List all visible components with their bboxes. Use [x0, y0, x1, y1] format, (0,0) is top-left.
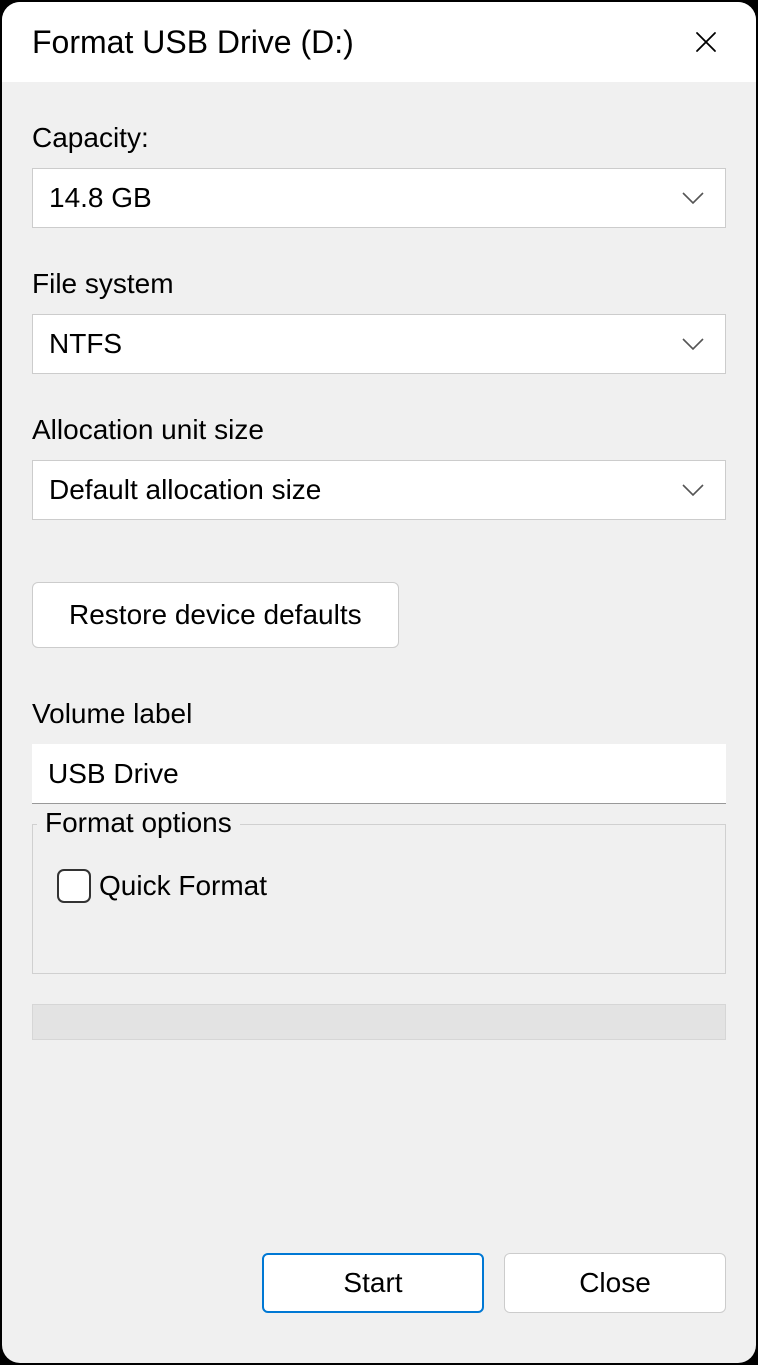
close-icon — [694, 30, 718, 54]
dialog-content: Capacity: 14.8 GB File system NTFS Alloc… — [2, 82, 756, 1363]
chevron-down-icon — [681, 191, 705, 205]
quick-format-checkbox[interactable] — [57, 869, 91, 903]
capacity-value: 14.8 GB — [49, 182, 152, 214]
quick-format-checkbox-row[interactable]: Quick Format — [53, 869, 705, 903]
format-progress-bar — [32, 1004, 726, 1040]
chevron-down-icon — [681, 483, 705, 497]
dialog-button-row: Start Close — [32, 1213, 726, 1333]
capacity-label: Capacity: — [32, 122, 726, 154]
format-options-group: Format options Quick Format — [32, 824, 726, 974]
volume-label-label: Volume label — [32, 698, 726, 730]
titlebar: Format USB Drive (D:) — [2, 2, 756, 82]
close-window-button[interactable] — [676, 12, 736, 72]
file-system-value: NTFS — [49, 328, 122, 360]
restore-defaults-button[interactable]: Restore device defaults — [32, 582, 399, 648]
file-system-label: File system — [32, 268, 726, 300]
allocation-dropdown[interactable]: Default allocation size — [32, 460, 726, 520]
quick-format-label: Quick Format — [99, 870, 267, 902]
start-button[interactable]: Start — [262, 1253, 484, 1313]
allocation-value: Default allocation size — [49, 474, 321, 506]
file-system-dropdown[interactable]: NTFS — [32, 314, 726, 374]
capacity-dropdown[interactable]: 14.8 GB — [32, 168, 726, 228]
window-title: Format USB Drive (D:) — [32, 24, 354, 61]
format-options-legend: Format options — [37, 807, 240, 839]
close-button[interactable]: Close — [504, 1253, 726, 1313]
allocation-label: Allocation unit size — [32, 414, 726, 446]
format-dialog-window: Format USB Drive (D:) Capacity: 14.8 GB … — [2, 2, 756, 1363]
volume-label-input[interactable] — [32, 744, 726, 804]
chevron-down-icon — [681, 337, 705, 351]
